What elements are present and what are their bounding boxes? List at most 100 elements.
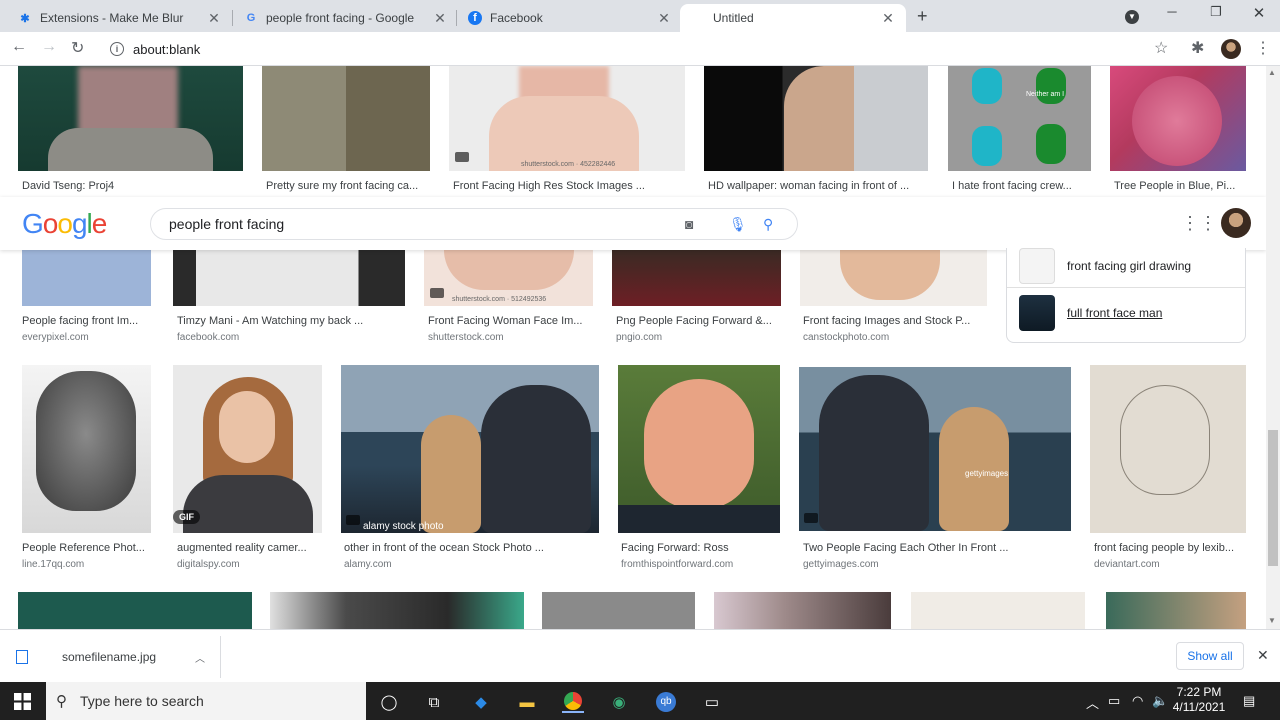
related-item[interactable]: front facing girl drawing [1019,248,1191,284]
download-item[interactable]: somefilename.jpg ︿ [16,642,219,672]
image-source[interactable]: canstockphoto.com [803,332,889,343]
image-thumbnail[interactable] [262,66,430,171]
related-item[interactable]: full front face man [1019,295,1162,331]
scroll-down-icon[interactable]: ▼ [1268,616,1276,625]
app-icon[interactable]: ◉ [608,691,630,713]
image-caption[interactable]: Facing Forward: Ross [621,542,781,554]
search-icon[interactable]: ⚲ [763,216,773,233]
close-icon[interactable]: ✕ [206,10,222,27]
image-thumbnail[interactable] [1106,592,1246,629]
image-caption[interactable]: HD wallpaper: woman facing in front of .… [708,180,928,192]
image-thumbnail[interactable] [22,250,151,306]
image-thumbnail[interactable] [704,66,928,171]
image-source[interactable]: line.17qq.com [22,559,84,570]
battery-icon[interactable]: ▭ [1108,693,1120,709]
image-thumbnail[interactable] [22,365,151,533]
tab-extensions[interactable]: ✱ Extensions - Make Me Blur ✕ [0,4,232,32]
image-thumbnail[interactable] [270,592,524,629]
image-thumbnail[interactable] [18,592,252,629]
google-account-avatar[interactable] [1221,208,1251,238]
camera-icon[interactable]: ◙ [685,216,693,232]
image-caption[interactable]: other in front of the ocean Stock Photo … [344,542,599,554]
image-thumbnail[interactable]: Neither am I [948,66,1091,171]
wifi-icon[interactable]: ◠ [1132,693,1143,709]
image-source[interactable]: fromthispointforward.com [621,559,733,570]
clock[interactable]: 7:22 PM 4/11/2021 [1168,685,1230,715]
chevron-up-icon[interactable]: ︿ [195,650,205,665]
qbittorrent-icon[interactable]: qb [655,691,677,713]
monitor-app-icon[interactable]: ▭ [701,691,723,713]
image-thumbnail[interactable]: shutterstock.com · 452282446 [449,66,685,171]
image-caption[interactable]: People Reference Phot... [22,542,151,554]
close-icon[interactable]: ✕ [1257,647,1269,664]
image-thumbnail[interactable] [542,592,695,629]
minimize-icon[interactable]: ─ [1162,4,1182,19]
close-icon[interactable]: ✕ [880,10,896,27]
chrome-icon[interactable] [562,691,584,713]
image-source[interactable]: facebook.com [177,332,239,343]
image-caption[interactable]: front facing people by lexib... [1094,542,1244,554]
image-thumbnail[interactable]: alamy stock photo [341,365,599,533]
task-view-icon[interactable]: ⧉ [423,691,445,713]
taskbar-search-input[interactable]: ⚲ Type here to search [46,682,366,720]
image-caption[interactable]: Front facing Images and Stock P... [803,315,987,327]
new-tab-icon[interactable]: + [917,6,928,27]
apps-grid-icon[interactable]: ⋮⋮ [1181,213,1217,234]
image-thumbnail[interactable] [1110,66,1246,171]
address-bar[interactable]: i about:blank [104,36,1184,62]
image-source[interactable]: gettyimages.com [803,559,879,570]
tab-search-icon[interactable]: ▼ [1122,7,1142,24]
image-thumbnail[interactable] [714,592,891,629]
image-caption[interactable]: Png People Facing Forward &... [616,315,781,327]
image-caption[interactable]: I hate front facing crew... [952,180,1090,192]
image-thumbnail[interactable]: shutterstock.com · 512492536 [424,250,593,306]
info-icon[interactable]: i [110,42,124,56]
close-window-icon[interactable]: ✕ [1249,4,1269,22]
search-input[interactable]: people front facing ◙ 🎙 ⚲ [150,208,798,240]
image-thumbnail[interactable] [618,365,780,533]
image-caption[interactable]: Pretty sure my front facing ca... [266,180,430,192]
image-source[interactable]: everypixel.com [22,332,89,343]
maximize-icon[interactable]: ❐ [1206,4,1226,20]
image-source[interactable]: digitalspy.com [177,559,240,570]
image-source[interactable]: alamy.com [344,559,392,570]
reload-icon[interactable]: ↻ [71,38,84,58]
image-thumbnail[interactable] [612,250,781,306]
windows-start-icon[interactable] [11,690,33,712]
tab-google-search[interactable]: G people front facing - Google Sea ✕ [226,4,458,32]
image-source[interactable]: pngio.com [616,332,662,343]
image-caption[interactable]: Tree People in Blue, Pi... [1114,180,1244,192]
file-explorer-icon[interactable]: ▬ [516,691,538,713]
show-all-button[interactable]: Show all [1176,642,1244,670]
scrollbar-thumb[interactable] [1268,430,1278,566]
image-caption[interactable]: Front Facing High Res Stock Images ... [453,180,683,192]
image-caption[interactable]: augmented reality camer... [177,542,322,554]
image-thumbnail[interactable] [18,66,243,171]
image-thumbnail[interactable] [800,250,987,306]
image-thumbnail[interactable]: gettyimages [799,367,1071,531]
menu-dots-icon[interactable]: ⋮ [1255,38,1271,58]
image-source[interactable]: shutterstock.com [428,332,504,343]
image-thumbnail[interactable] [911,592,1085,629]
google-logo[interactable]: Google [22,208,107,240]
chevron-up-icon[interactable]: ︿ [1086,693,1099,712]
bookmark-star-icon[interactable]: ☆ [1154,38,1168,58]
scroll-up-icon[interactable]: ▲ [1268,68,1276,77]
image-caption[interactable]: Timzy Mani - Am Watching my back ... [177,315,405,327]
forward-icon[interactable]: → [41,38,57,56]
vscode-icon[interactable]: ◆ [470,691,492,713]
image-thumbnail[interactable] [173,250,405,306]
tab-untitled[interactable]: Untitled ✕ [680,4,906,32]
extensions-icon[interactable]: ✱ [1191,38,1204,58]
back-icon[interactable]: ← [11,38,27,56]
image-thumbnail[interactable] [1090,365,1246,533]
cortana-icon[interactable]: ◯ [378,691,400,713]
microphone-icon[interactable]: 🎙 [729,216,747,233]
image-caption[interactable]: People facing front Im... [22,315,151,327]
tab-facebook[interactable]: f Facebook ✕ [450,4,682,32]
close-icon[interactable]: ✕ [432,10,448,27]
image-source[interactable]: deviantart.com [1094,559,1160,570]
image-caption[interactable]: Front Facing Woman Face Im... [428,315,593,327]
image-caption[interactable]: Two People Facing Each Other In Front ..… [803,542,1069,554]
notifications-icon[interactable]: ▤ [1243,693,1255,709]
